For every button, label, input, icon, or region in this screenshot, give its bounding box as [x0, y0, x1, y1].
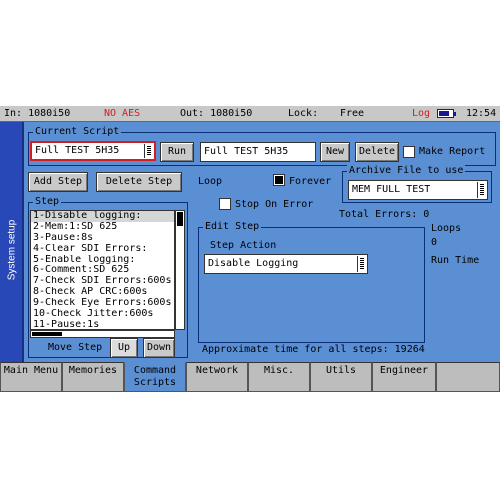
list-item[interactable]: 10-Check Jitter:600s: [31, 309, 174, 320]
loops-value: 0: [431, 237, 438, 248]
make-report-checkbox[interactable]: [403, 146, 415, 158]
bottom-tab-bar: Main Menu Memories Command Scripts Netwo…: [0, 362, 500, 392]
move-down-button[interactable]: Down: [143, 338, 175, 358]
delete-step-button[interactable]: Delete Step: [96, 172, 182, 192]
output-format: Out: 1080i50: [180, 108, 253, 119]
run-button[interactable]: Run: [160, 142, 194, 162]
forever-checkbox[interactable]: [273, 174, 285, 186]
system-setup-label: System setup: [6, 219, 18, 281]
step-list-vscroll[interactable]: [175, 210, 185, 330]
archive-file-select[interactable]: MEM FULL TEST: [348, 180, 488, 200]
list-item[interactable]: 7-Check SDI Errors:600s: [31, 276, 174, 287]
lock-value: Free: [340, 108, 365, 119]
battery-icon: [437, 109, 456, 118]
scroll-thumb[interactable]: [177, 212, 183, 226]
step-action-value: Disable Logging: [208, 258, 299, 269]
stop-on-error-checkbox[interactable]: [219, 198, 231, 210]
step-action-select[interactable]: Disable Logging: [204, 254, 368, 274]
list-item[interactable]: 2-Mem:1:SD 625: [31, 222, 174, 233]
tab-main-menu[interactable]: Main Menu: [0, 362, 62, 392]
input-format: In: 1080i50: [4, 108, 71, 119]
archive-file-value: MEM FULL TEST: [352, 184, 431, 195]
tab-utils[interactable]: Utils: [310, 362, 372, 392]
dropdown-grip-icon: [144, 144, 153, 158]
instrument-screen: In: 1080i50 NO AES Out: 1080i50 Lock: Fr…: [0, 106, 500, 392]
dropdown-grip-icon: [477, 182, 486, 198]
dropdown-grip-icon: [357, 256, 366, 272]
move-step-label: Move Step: [48, 342, 103, 353]
scroll-thumb[interactable]: [32, 332, 62, 336]
list-item[interactable]: 1-Disable logging:: [31, 211, 174, 222]
run-time-label: Run Time: [431, 255, 480, 266]
stop-on-error-label: Stop On Error: [235, 199, 314, 210]
clock: 12:54: [466, 108, 497, 119]
status-bar: In: 1080i50 NO AES Out: 1080i50 Lock: Fr…: [0, 106, 500, 122]
tab-engineer[interactable]: Engineer: [372, 362, 436, 392]
approx-time: Approximate time for all steps: 19264: [202, 344, 425, 355]
forever-label: Forever: [289, 176, 332, 187]
list-item[interactable]: 5-Enable logging:: [31, 255, 174, 266]
delete-button[interactable]: Delete: [355, 142, 399, 162]
tab-command-scripts[interactable]: Command Scripts: [124, 362, 186, 392]
step-list-hscroll[interactable]: [30, 330, 175, 338]
step-legend: Step: [33, 196, 62, 208]
list-item[interactable]: 6-Comment:SD 625: [31, 265, 174, 276]
loops-label: Loops: [431, 223, 462, 234]
tab-misc[interactable]: Misc.: [248, 362, 310, 392]
lock-label: Lock:: [288, 108, 319, 119]
script-select-value: Full TEST 5H35: [35, 145, 120, 156]
list-item[interactable]: 3-Pause:8s: [31, 233, 174, 244]
edit-step-legend: Edit Step: [203, 221, 262, 233]
move-up-button[interactable]: Up: [110, 338, 138, 358]
tab-memories[interactable]: Memories: [62, 362, 124, 392]
step-action-label: Step Action: [210, 240, 277, 251]
script-select[interactable]: Full TEST 5H35: [30, 141, 156, 161]
list-item[interactable]: 9-Check Eye Errors:600s: [31, 298, 174, 309]
list-item[interactable]: 8-Check AP CRC:600s: [31, 287, 174, 298]
tab-network[interactable]: Network: [186, 362, 248, 392]
script-name-input[interactable]: Full TEST 5H35: [200, 142, 316, 162]
total-errors: Total Errors: 0: [339, 209, 430, 220]
battery-fill: [439, 111, 449, 116]
current-script-legend: Current Script: [33, 126, 122, 138]
step-list[interactable]: 1-Disable logging: 2-Mem:1:SD 625 3-Paus…: [30, 210, 175, 330]
loop-label: Loop: [198, 176, 223, 187]
archive-file-legend: Archive File to use: [347, 165, 466, 177]
add-step-button[interactable]: Add Step: [28, 172, 88, 192]
audio-status: NO AES: [104, 108, 141, 119]
tab-blank[interactable]: [436, 362, 500, 392]
new-button[interactable]: New: [320, 142, 350, 162]
system-setup-tab[interactable]: System setup: [0, 122, 24, 368]
make-report-label: Make Report: [419, 146, 486, 157]
log-indicator: Log: [412, 108, 431, 119]
list-item[interactable]: 4-Clear SDI Errors:: [31, 244, 174, 255]
